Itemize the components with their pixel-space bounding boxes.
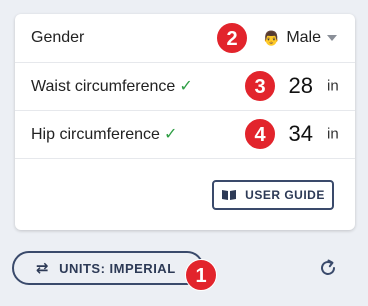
chevron-down-icon	[327, 35, 337, 41]
gender-row: Gender 2 👨 Male	[15, 14, 355, 63]
hip-label-text: Hip circumference	[31, 126, 160, 143]
marker-3: 3	[244, 70, 276, 102]
marker-1: 1	[185, 259, 217, 291]
marker-4: 4	[244, 118, 276, 150]
gender-label: Gender	[31, 29, 85, 46]
swap-icon: ⇄	[36, 260, 50, 277]
gender-value: Male	[286, 29, 321, 46]
waist-input[interactable]: 28	[273, 73, 313, 99]
marker-2: 2	[216, 22, 248, 54]
user-guide-label: USER GUIDE	[245, 188, 325, 202]
units-label: UNITS: IMPERIAL	[59, 260, 176, 276]
waist-label-text: Waist circumference	[31, 78, 176, 95]
hip-unit: in	[327, 125, 339, 143]
refresh-icon[interactable]	[316, 256, 340, 280]
gender-select[interactable]: 👨 Male	[263, 29, 337, 47]
check-icon: ✓	[179, 78, 193, 95]
waist-label: Waist circumference ✓	[31, 76, 193, 96]
units-toggle-button[interactable]: ⇄ UNITS: IMPERIAL	[12, 251, 204, 285]
user-guide-button[interactable]: USER GUIDE	[212, 180, 334, 210]
waist-unit: in	[327, 77, 339, 95]
check-icon: ✓	[163, 126, 178, 143]
book-icon	[222, 190, 237, 200]
hip-input[interactable]: 34	[273, 121, 313, 147]
hip-label: Hip circumference ✓	[31, 124, 177, 144]
measurement-card: Gender 2 👨 Male Waist circumference ✓ 3 2…	[15, 14, 355, 230]
waist-row: Waist circumference ✓ 3 28 in	[15, 62, 355, 111]
hip-row: Hip circumference ✓ 4 34 in	[15, 110, 355, 159]
male-face-icon: 👨	[262, 29, 281, 46]
